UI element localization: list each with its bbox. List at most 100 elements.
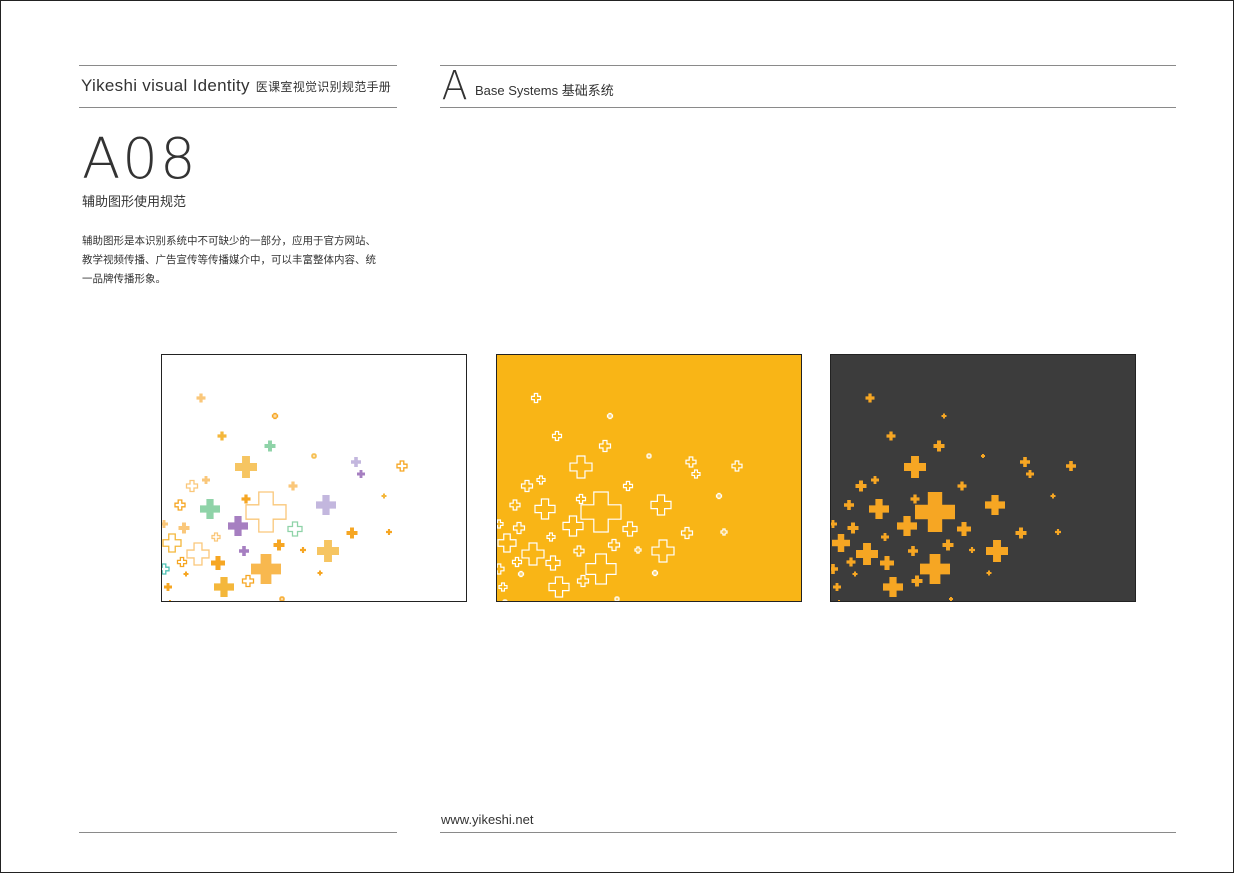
plus-shape: [856, 543, 878, 565]
plus-shape: [186, 542, 210, 566]
plus-shape: [981, 454, 985, 458]
plus-shape: [164, 583, 172, 591]
plus-shape: [607, 538, 621, 552]
plus-shape: [832, 534, 850, 552]
header-rule-right-top: [440, 65, 1176, 66]
plus-shape: [910, 494, 920, 504]
plus-shape: [497, 533, 517, 553]
plus-shape: [217, 431, 227, 441]
plus-shape: [317, 540, 339, 562]
plus-shape: [883, 577, 903, 597]
plus-shape: [957, 481, 967, 491]
page-title: 辅助图形使用规范: [82, 194, 187, 209]
section-title: Base Systems 基础系统: [475, 83, 614, 98]
brand-name: Yikeshi visual Identity: [81, 76, 250, 95]
plus-shape: [316, 495, 336, 515]
plus-shape: [509, 499, 521, 511]
plus-shape: [300, 547, 306, 553]
yellow-background-sample: [496, 354, 802, 602]
plus-shape: [1050, 493, 1056, 499]
plus-shape: [214, 577, 234, 597]
plus-shape: [985, 495, 1005, 515]
plus-shape: [685, 456, 697, 468]
plus-shape: [715, 492, 723, 500]
plus-shape: [317, 570, 323, 576]
plus-shape: [1066, 461, 1076, 471]
plus-shape: [511, 556, 523, 568]
plus-shape: [185, 479, 199, 493]
section-letter: A: [441, 63, 468, 109]
plus-shape: [546, 532, 556, 542]
plus-shape: [680, 526, 694, 540]
plus-shape: [551, 430, 563, 442]
plus-shape: [178, 522, 190, 534]
plus-shape: [211, 532, 221, 542]
plus-shape: [162, 563, 170, 575]
plus-shape: [904, 456, 926, 478]
plus-shape: [245, 491, 287, 533]
plus-shape: [211, 556, 225, 570]
plus-shape: [720, 528, 728, 536]
plus-shape: [634, 546, 642, 554]
plus-shape: [915, 492, 955, 532]
plus-shape: [622, 521, 638, 537]
plus-shape: [886, 431, 896, 441]
description-text: 辅助图形是本识别系统中不可缺少的一部分，应用于官方网站、教学视频传播、广告宣传等…: [82, 235, 376, 285]
plus-shape: [239, 546, 249, 556]
plus-shape: [731, 460, 743, 472]
plus-shape: [311, 453, 317, 459]
plus-shape: [986, 570, 992, 576]
brand-title: Yikeshi visual Identity 医课室视觉识别规范手册: [81, 76, 391, 96]
plus-shape: [837, 600, 841, 601]
plus-shape: [497, 519, 504, 529]
page-code: A08: [82, 127, 198, 192]
plus-shape: [933, 440, 945, 452]
plus-shape: [585, 553, 617, 585]
plus-shape: [241, 574, 255, 588]
plus-shape: [831, 520, 837, 528]
plus-shape: [502, 599, 508, 601]
plus-shape: [1026, 470, 1034, 478]
plus-shape: [598, 439, 612, 453]
plus-shape: [986, 540, 1008, 562]
plus-shape: [174, 499, 186, 511]
white-background-sample-pattern: [162, 393, 408, 601]
footer-rule-left: [79, 832, 397, 833]
plus-shape: [512, 521, 526, 535]
plus-shape: [941, 413, 947, 419]
plus-shape: [949, 597, 953, 601]
header-rule-right-bottom: [440, 107, 1176, 108]
plus-shape: [606, 412, 614, 420]
plus-shape: [855, 480, 867, 492]
plus-shape: [646, 453, 652, 459]
plus-shape: [498, 582, 508, 592]
plus-shape: [381, 493, 387, 499]
dark-background-sample: [830, 354, 1136, 602]
plus-shape: [264, 440, 276, 452]
plus-shape: [580, 491, 622, 533]
footer-rule-right: [440, 832, 1176, 833]
plus-shape: [957, 522, 971, 536]
plus-shape: [833, 583, 841, 591]
plus-shape: [846, 557, 856, 567]
plus-shape: [969, 547, 975, 553]
plus-shape: [228, 516, 248, 536]
plus-shape: [534, 498, 556, 520]
header-rule-left-bottom: [79, 107, 397, 108]
plus-shape: [562, 515, 584, 537]
plus-shape: [235, 456, 257, 478]
plus-shape: [576, 574, 590, 588]
plus-shape: [880, 556, 894, 570]
brand-subtitle: 医课室视觉识别规范手册: [255, 80, 392, 94]
plus-shape: [691, 469, 701, 479]
plus-shape: [651, 569, 659, 577]
plus-shape: [575, 493, 587, 505]
plus-shape: [897, 516, 917, 536]
plus-shape: [287, 521, 303, 537]
plus-shape: [573, 545, 585, 557]
plus-shape: [831, 564, 838, 574]
plus-shape: [614, 596, 620, 601]
plus-shape: [536, 475, 546, 485]
plus-shape: [869, 499, 889, 519]
plus-shape: [871, 476, 879, 484]
